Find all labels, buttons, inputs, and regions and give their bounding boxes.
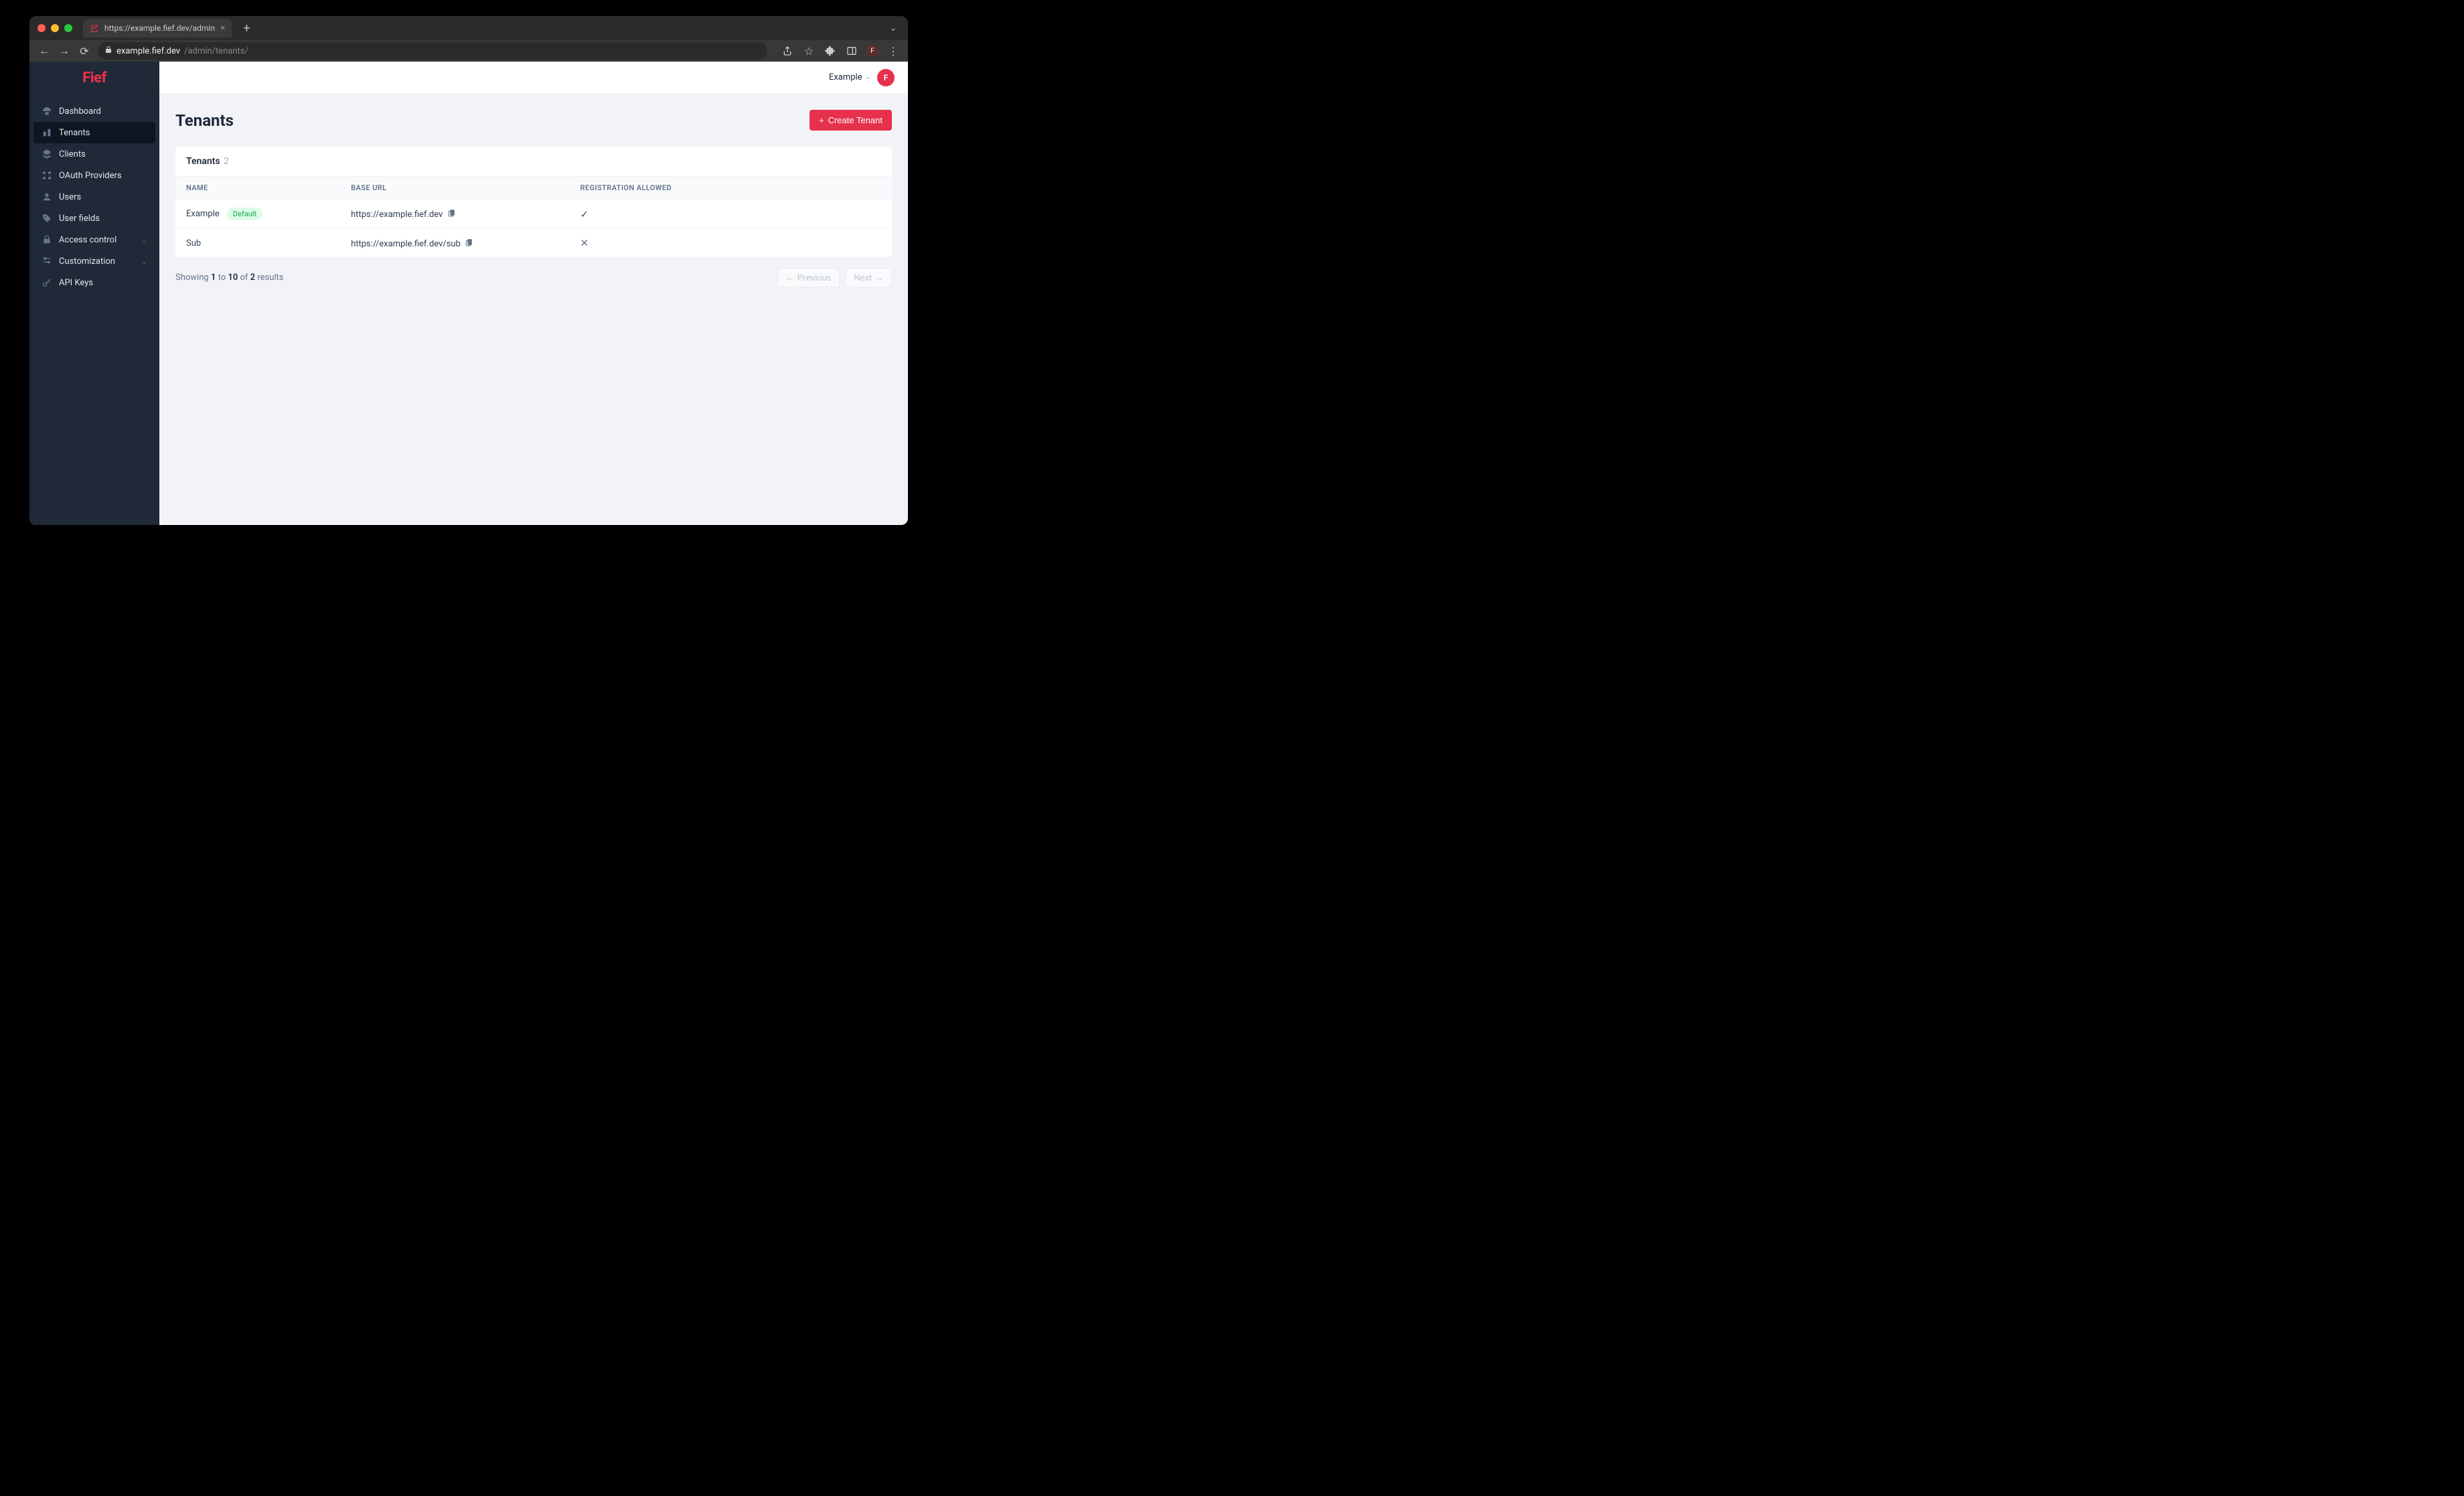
tenant-name: Sub — [186, 238, 201, 248]
arrow-left-icon: ← — [786, 273, 795, 283]
create-tenant-label: Create Tenant — [828, 115, 882, 125]
clients-icon — [42, 149, 52, 159]
sidebar-item-clients[interactable]: Clients — [33, 143, 155, 165]
main-content: Example ⌄ F Tenants + Create Tenant Tena… — [159, 62, 908, 525]
sidebar-item-label: Access control — [59, 235, 117, 245]
sidebar: Fief Dashboard Tenants Clients OAuth Pr — [29, 62, 159, 525]
avatar-letter: F — [884, 73, 889, 82]
panel-icon[interactable] — [845, 46, 858, 56]
card-header: Tenants 2 — [175, 147, 892, 177]
sidebar-item-dashboard[interactable]: Dashboard — [33, 100, 155, 122]
sidebar-item-access-control[interactable]: Access control ⌄ — [33, 229, 155, 250]
tenants-icon — [42, 127, 52, 138]
x-icon: ✕ — [580, 237, 589, 249]
sidebar-item-label: Tenants — [59, 128, 90, 138]
profile-button[interactable]: F — [866, 45, 878, 57]
table-row[interactable]: Sub https://example.fief.dev/sub ✕ — [175, 229, 892, 258]
clipboard-icon[interactable] — [447, 208, 456, 217]
window-dropdown-icon[interactable]: ⌄ — [889, 23, 897, 33]
logo-text: Fief — [82, 70, 106, 86]
url-bar[interactable]: example.fief.dev/admin/tenants/ — [98, 42, 767, 60]
oauth-icon — [42, 170, 52, 181]
pagination-summary: Showing 1 to 10 of 2 results — [175, 273, 284, 283]
star-icon[interactable]: ☆ — [802, 45, 816, 58]
browser-window: https://example.fief.dev/admin × + ⌄ ← →… — [29, 16, 908, 525]
lock-icon — [42, 234, 52, 245]
tag-icon — [42, 213, 52, 224]
tenants-table: NAME BASE URL REGISTRATION ALLOWED Examp… — [175, 177, 892, 257]
url-domain: example.fief.dev — [117, 46, 180, 56]
default-badge: Default — [227, 208, 262, 220]
previous-button[interactable]: ← Previous — [777, 268, 840, 287]
column-registration: REGISTRATION ALLOWED — [569, 177, 892, 200]
plus-icon: + — [819, 115, 824, 125]
forward-button[interactable]: → — [58, 44, 71, 58]
sidebar-item-user-fields[interactable]: User fields — [33, 208, 155, 229]
avatar[interactable]: F — [877, 69, 895, 86]
sidebar-nav: Dashboard Tenants Clients OAuth Provider… — [29, 94, 159, 300]
column-base-url: BASE URL — [340, 177, 569, 200]
more-icon[interactable]: ⋮ — [887, 45, 900, 58]
dashboard-icon — [42, 106, 52, 117]
maximize-window-button[interactable] — [64, 24, 72, 32]
topbar: Example ⌄ F — [159, 62, 908, 94]
card-count: 2 — [224, 156, 229, 167]
minimize-window-button[interactable] — [51, 24, 59, 32]
browser-toolbar: ← → ⟳ example.fief.dev/admin/tenants/ ☆ … — [29, 40, 908, 62]
table-row[interactable]: Example Default https://example.fief.dev — [175, 200, 892, 229]
users-icon — [42, 192, 52, 202]
reload-button[interactable]: ⟳ — [78, 45, 91, 58]
next-button[interactable]: Next → — [845, 268, 892, 287]
back-button[interactable]: ← — [37, 44, 51, 58]
customization-icon — [42, 256, 52, 267]
window-controls — [37, 24, 72, 32]
close-window-button[interactable] — [37, 24, 46, 32]
tenant-base-url: https://example.fief.dev — [351, 210, 443, 220]
tenant-base-url: https://example.fief.dev/sub — [351, 239, 461, 249]
browser-tab[interactable]: https://example.fief.dev/admin × — [83, 19, 232, 38]
sidebar-item-label: API Keys — [59, 278, 93, 288]
page-header: Tenants + Create Tenant — [159, 94, 908, 139]
card-title: Tenants — [186, 156, 220, 167]
pager: ← Previous Next → — [777, 268, 892, 287]
sidebar-item-label: Users — [59, 192, 81, 202]
tenant-name: Example — [186, 209, 220, 219]
workspace-selector[interactable]: Example ⌄ — [829, 72, 870, 82]
chevron-down-icon: ⌄ — [141, 257, 147, 266]
sidebar-item-label: Dashboard — [59, 106, 101, 117]
sidebar-item-api-keys[interactable]: API Keys — [33, 272, 155, 293]
sidebar-item-tenants[interactable]: Tenants — [33, 122, 155, 143]
sidebar-item-customization[interactable]: Customization ⌄ — [33, 250, 155, 272]
tab-title: https://example.fief.dev/admin — [104, 23, 215, 33]
extensions-icon[interactable] — [824, 46, 837, 56]
page-title: Tenants — [175, 111, 234, 130]
workspace-label: Example — [829, 72, 862, 82]
tenants-card: Tenants 2 NAME BASE URL REGISTRATION ALL… — [175, 147, 892, 257]
sidebar-item-label: OAuth Providers — [59, 171, 122, 181]
sidebar-item-label: Clients — [59, 149, 86, 159]
arrow-right-icon: → — [874, 273, 883, 283]
sidebar-item-label: User fields — [59, 214, 100, 224]
lock-icon — [104, 46, 112, 56]
column-name: NAME — [175, 177, 340, 200]
profile-letter: F — [870, 48, 874, 55]
chevron-down-icon: ⌄ — [141, 236, 147, 244]
clipboard-icon[interactable] — [465, 238, 473, 246]
close-tab-icon[interactable]: × — [220, 23, 225, 33]
browser-titlebar: https://example.fief.dev/admin × + ⌄ — [29, 16, 908, 40]
url-path: /admin/tenants/ — [184, 46, 248, 56]
check-icon: ✓ — [580, 208, 589, 220]
chevron-down-icon: ⌄ — [865, 74, 870, 81]
tab-favicon-icon — [90, 23, 99, 33]
key-icon — [42, 277, 52, 288]
sidebar-item-label: Customization — [59, 256, 115, 267]
new-tab-button[interactable]: + — [237, 21, 256, 35]
sidebar-item-users[interactable]: Users — [33, 186, 155, 208]
logo[interactable]: Fief — [29, 62, 159, 94]
share-icon[interactable] — [781, 46, 794, 56]
pagination-footer: Showing 1 to 10 of 2 results ← Previous … — [159, 257, 908, 298]
sidebar-item-oauth[interactable]: OAuth Providers — [33, 165, 155, 186]
create-tenant-button[interactable]: + Create Tenant — [810, 110, 892, 131]
